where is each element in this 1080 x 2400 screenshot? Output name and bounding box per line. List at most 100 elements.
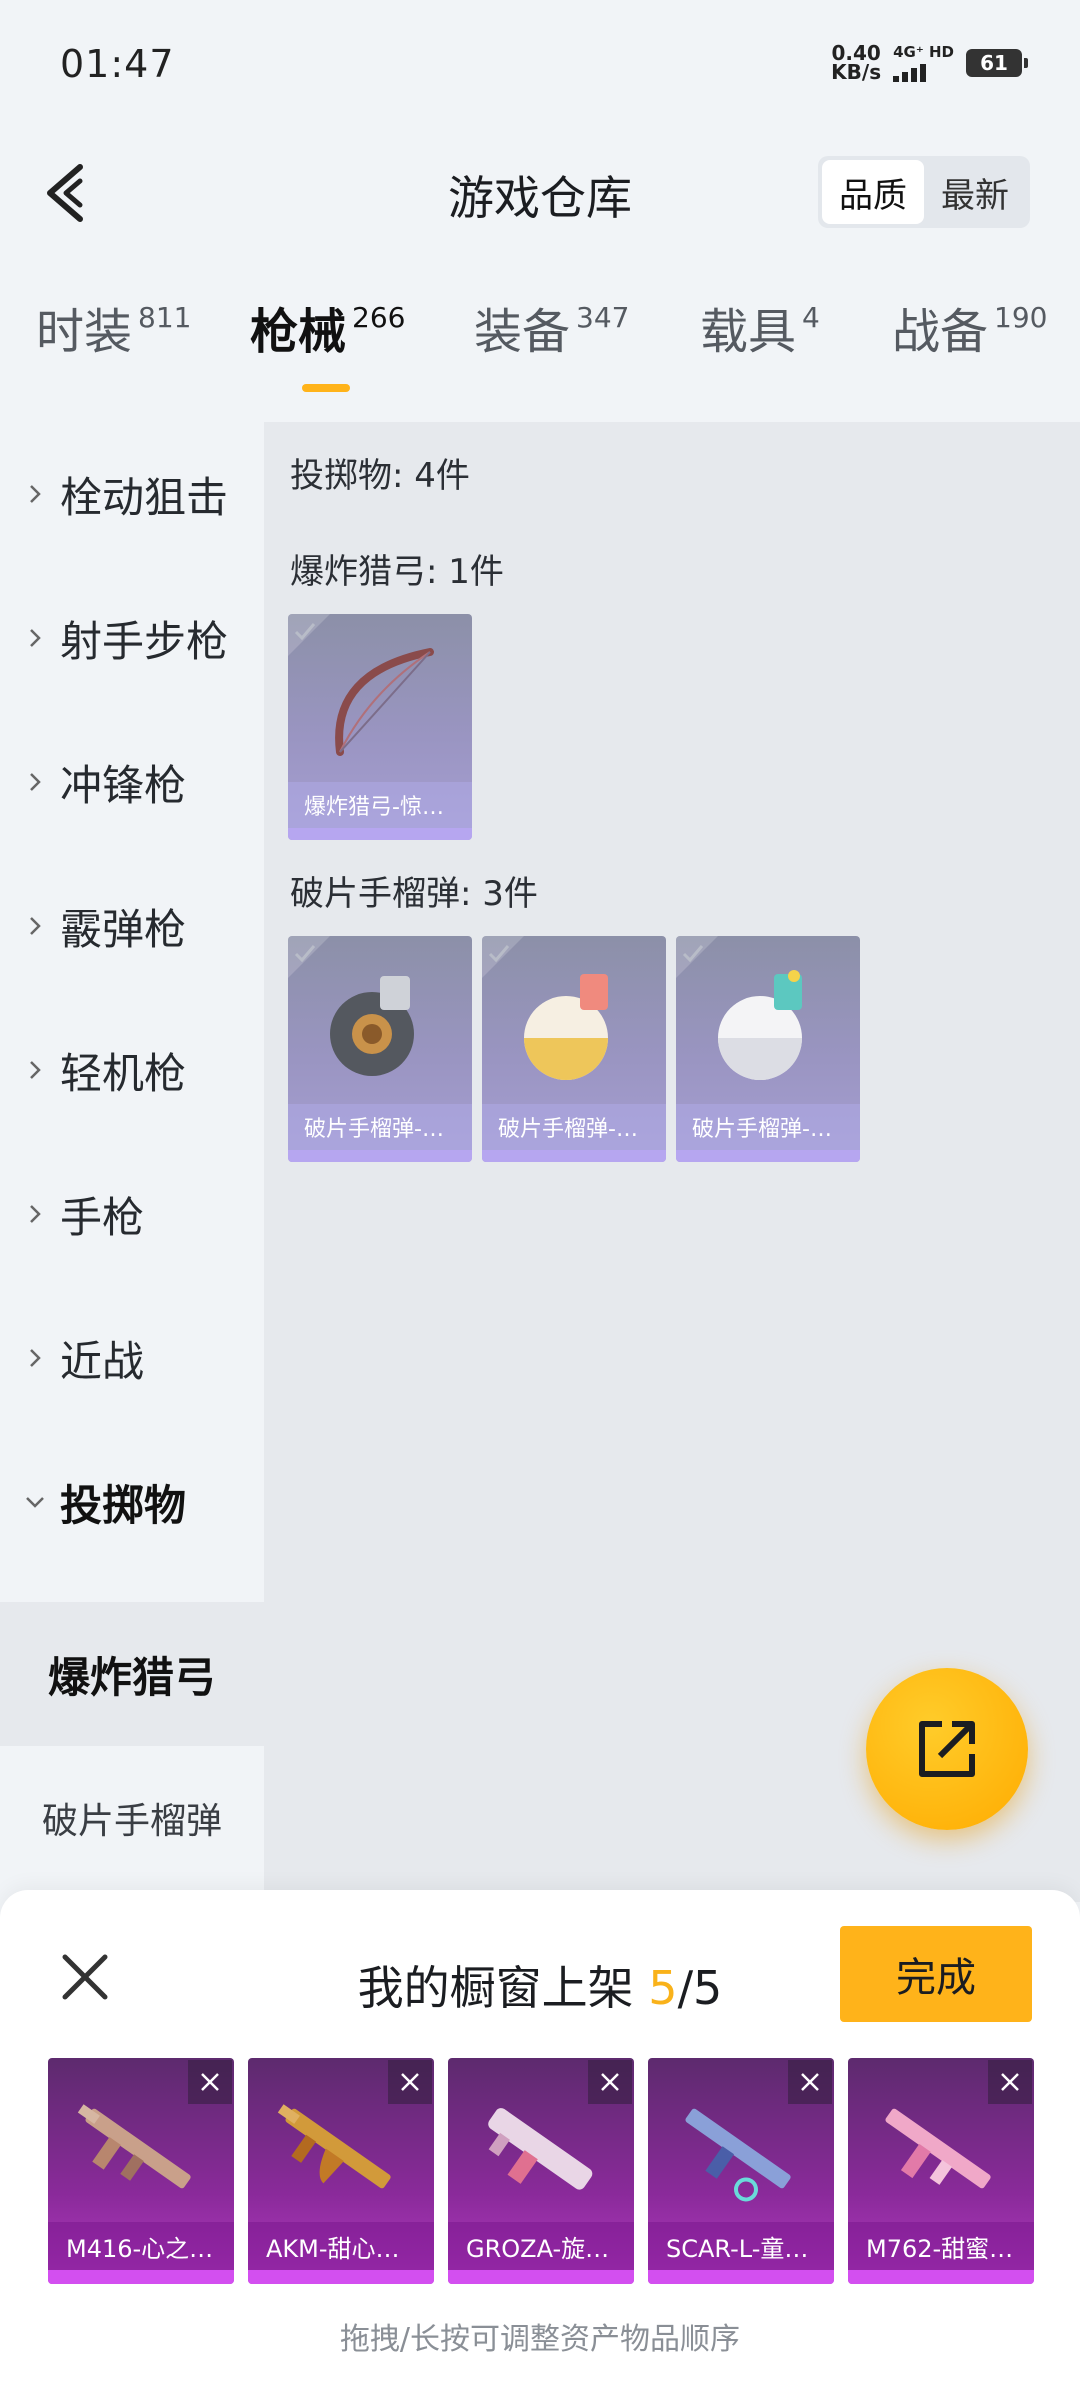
item-card[interactable]: 爆炸猎弓-惊… bbox=[288, 614, 472, 840]
sidebar-item-throwables[interactable]: 投掷物 bbox=[0, 1430, 264, 1574]
showcase-item-card[interactable]: AKM-甜心… bbox=[248, 2058, 434, 2284]
chevron-down-icon bbox=[0, 1495, 60, 1509]
tab-count: 347 bbox=[576, 301, 630, 334]
tab-fashion[interactable]: 时装 811 bbox=[36, 300, 191, 364]
showcase-items: M416-心之… AKM-甜心… GROZA-旋… SCAR-L-童… M762… bbox=[48, 2058, 1034, 2284]
sidebar-item-label: 霰弹枪 bbox=[60, 904, 187, 954]
sidebar-subitem-explosive-bow[interactable]: 爆炸猎弓 bbox=[0, 1602, 264, 1746]
weapon-type-sidebar: 栓动狙击 射手步枪 冲锋枪 霰弹枪 轻机枪 手枪 近战 投掷物 爆炸猎弓 破片手… bbox=[0, 422, 264, 1902]
group-title-explosive-bow: 爆炸猎弓: 1件 bbox=[290, 552, 504, 592]
rifle-icon bbox=[488, 2108, 593, 2190]
chevron-right-icon bbox=[0, 771, 60, 793]
showcase-current-count: 5 bbox=[648, 1961, 678, 2015]
tab-label: 时装 bbox=[36, 304, 133, 360]
tab-count: 811 bbox=[138, 301, 192, 334]
item-name: 破片手榴弹-… bbox=[676, 1104, 860, 1150]
tab-count: 190 bbox=[994, 301, 1048, 334]
grenade-icon bbox=[524, 974, 608, 1080]
battery-icon: 61 bbox=[966, 49, 1028, 77]
item-name: 破片手榴弹-… bbox=[288, 1104, 472, 1150]
sidebar-item-label: 射手步枪 bbox=[60, 616, 229, 666]
network-type-label: 4G⁺ HD bbox=[893, 43, 954, 61]
done-button[interactable]: 完成 bbox=[840, 1926, 1032, 2022]
sidebar-item-shotgun[interactable]: 霰弹枪 bbox=[0, 854, 264, 998]
sidebar-item-melee[interactable]: 近战 bbox=[0, 1286, 264, 1430]
sidebar-item-marksman-rifle[interactable]: 射手步枪 bbox=[0, 566, 264, 710]
sidebar-item-smg[interactable]: 冲锋枪 bbox=[0, 710, 264, 854]
rifle-icon bbox=[277, 2104, 391, 2189]
rarity-bar bbox=[482, 1150, 666, 1162]
group-items-explosive-bow: 爆炸猎弓-惊… bbox=[288, 614, 472, 840]
showcase-item-name: M416-心之… bbox=[48, 2222, 234, 2270]
sidebar-item-label: 投掷物 bbox=[60, 1480, 187, 1530]
tab-label: 装备 bbox=[474, 304, 571, 360]
active-tab-indicator bbox=[302, 384, 350, 392]
header: 游戏仓库 品质 最新 bbox=[0, 140, 1080, 250]
rarity-bar bbox=[288, 1150, 472, 1162]
status-time: 01:47 bbox=[60, 42, 175, 86]
showcase-item-card[interactable]: SCAR-L-童… bbox=[648, 2058, 834, 2284]
sidebar-item-label: 近战 bbox=[60, 1336, 145, 1386]
status-indicators: 0.40 KB/s 4G⁺ HD 61 bbox=[831, 43, 1028, 84]
item-card[interactable]: 破片手榴弹-… bbox=[676, 936, 860, 1162]
item-card[interactable]: 破片手榴弹-… bbox=[482, 936, 666, 1162]
showcase-item-card[interactable]: GROZA-旋… bbox=[448, 2058, 634, 2284]
chevron-right-icon bbox=[0, 1203, 60, 1225]
chevron-right-icon bbox=[0, 483, 60, 505]
network-type: 4G⁺ HD bbox=[893, 44, 954, 82]
rarity-bar bbox=[648, 2270, 834, 2284]
category-summary: 投掷物: 4件 bbox=[290, 456, 470, 496]
showcase-item-card[interactable]: M762-甜蜜… bbox=[848, 2058, 1034, 2284]
rarity-bar bbox=[676, 1150, 860, 1162]
tab-firearms[interactable]: 枪械 266 bbox=[250, 300, 406, 392]
showcase-item-name: AKM-甜心… bbox=[248, 2222, 434, 2270]
network-speed-unit: KB/s bbox=[831, 60, 882, 84]
rifle-icon bbox=[885, 2108, 991, 2189]
sidebar-item-label: 轻机枪 bbox=[60, 1048, 187, 1098]
item-name: 爆炸猎弓-惊… bbox=[288, 782, 472, 828]
share-fab-button[interactable] bbox=[866, 1668, 1028, 1830]
showcase-title-text: 我的橱窗上架 bbox=[357, 1961, 634, 2015]
sidebar-subitem-frag-grenade[interactable]: 破片手榴弹 bbox=[0, 1746, 264, 1890]
sidebar-item-label: 手枪 bbox=[60, 1192, 145, 1242]
rifle-icon bbox=[77, 2104, 191, 2189]
tab-count: 266 bbox=[352, 301, 406, 334]
sidebar-item-bolt-sniper[interactable]: 栓动狙击 bbox=[0, 422, 264, 566]
share-icon bbox=[919, 1721, 975, 1777]
rarity-bar bbox=[848, 2270, 1034, 2284]
tab-label: 载具 bbox=[700, 304, 797, 360]
sort-quality-button[interactable]: 品质 bbox=[822, 160, 924, 224]
showcase-item-name: M762-甜蜜… bbox=[848, 2222, 1034, 2270]
sidebar-item-pistol[interactable]: 手枪 bbox=[0, 1142, 264, 1286]
tab-equipment[interactable]: 装备 347 bbox=[474, 300, 629, 364]
tab-count: 4 bbox=[802, 301, 820, 334]
bow-icon bbox=[335, 648, 434, 756]
rarity-bar bbox=[448, 2270, 634, 2284]
reorder-hint: 拖拽/长按可调整资产物品顺序 bbox=[339, 2322, 741, 2357]
group-title-frag-grenade: 破片手榴弹: 3件 bbox=[290, 874, 538, 914]
tab-label: 枪械 bbox=[250, 304, 347, 360]
status-bar: 01:47 0.40 KB/s 4G⁺ HD 61 bbox=[0, 0, 1080, 130]
tab-vehicles[interactable]: 载具 4 bbox=[700, 300, 820, 364]
showcase-total-count: /5 bbox=[677, 1961, 723, 2015]
sort-toggle: 品质 最新 bbox=[818, 156, 1030, 228]
battery-level: 61 bbox=[980, 51, 1008, 75]
signal-icon bbox=[893, 62, 927, 82]
showcase-item-name: SCAR-L-童… bbox=[648, 2222, 834, 2270]
rarity-bar bbox=[48, 2270, 234, 2284]
sidebar-item-label: 冲锋枪 bbox=[60, 760, 187, 810]
showcase-sheet: 我的橱窗上架 5/5 完成 M416-心之… AKM-甜心… GROZA-旋… bbox=[0, 1890, 1080, 2400]
sort-newest-button[interactable]: 最新 bbox=[924, 160, 1026, 224]
showcase-item-name: GROZA-旋… bbox=[448, 2222, 634, 2270]
tab-label: 战备 bbox=[892, 304, 989, 360]
category-tabs: 时装 811 枪械 266 装备 347 载具 4 战备 190 bbox=[0, 300, 1080, 410]
item-card[interactable]: 破片手榴弹-… bbox=[288, 936, 472, 1162]
sidebar-item-lmg[interactable]: 轻机枪 bbox=[0, 998, 264, 1142]
chevron-right-icon bbox=[0, 1059, 60, 1081]
grenade-icon bbox=[330, 976, 414, 1076]
showcase-item-card[interactable]: M416-心之… bbox=[48, 2058, 234, 2284]
group-items-frag-grenade: 破片手榴弹-… 破片手榴弹-… 破片手榴弹-… bbox=[288, 936, 860, 1162]
item-name: 破片手榴弹-… bbox=[482, 1104, 666, 1150]
sidebar-item-label: 栓动狙击 bbox=[60, 472, 229, 522]
tab-gear[interactable]: 战备 190 bbox=[892, 300, 1047, 364]
